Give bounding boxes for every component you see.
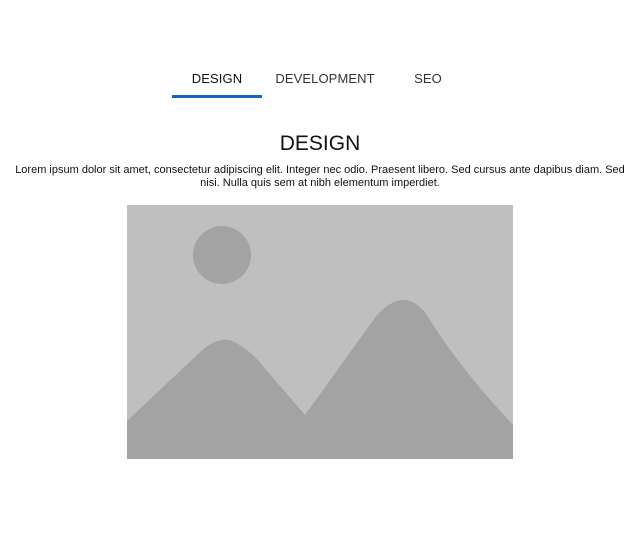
tab-development[interactable]: DEVELOPMENT (262, 64, 388, 98)
image-placeholder (127, 205, 513, 459)
panel-title: DESIGN (279, 132, 361, 155)
tab-design[interactable]: DESIGN (172, 64, 262, 98)
tab-bar: DESIGN DEVELOPMENT SEO (172, 64, 468, 98)
sun-shape (193, 226, 251, 284)
page: DESIGN DEVELOPMENT SEO DESIGN Lorem ipsu… (0, 0, 640, 556)
panel-text: Lorem ipsum dolor sit amet, consectetur … (15, 164, 625, 189)
image-placeholder-icon (127, 205, 513, 459)
tab-seo[interactable]: SEO (388, 64, 468, 98)
